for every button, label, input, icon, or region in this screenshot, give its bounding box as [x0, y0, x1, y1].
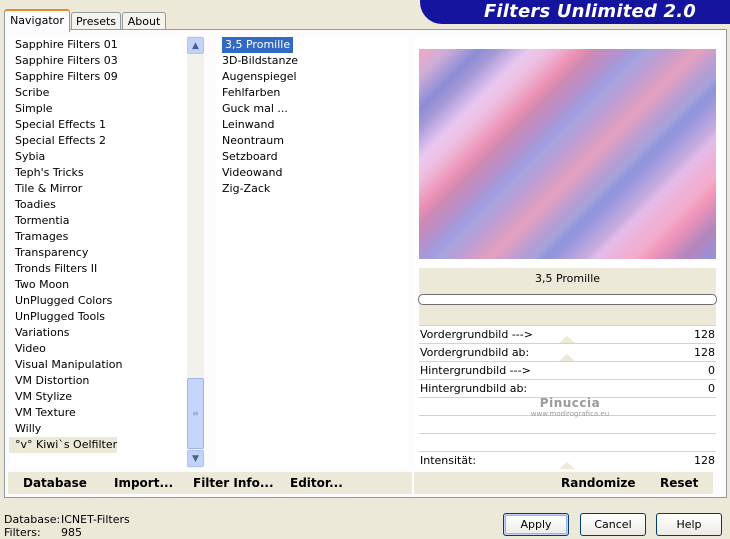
tab-about[interactable]: About — [122, 12, 166, 30]
param-value: 0 — [708, 382, 715, 395]
apply-button[interactable]: Apply — [503, 513, 569, 536]
category-item[interactable]: Video — [9, 341, 46, 357]
filter-item[interactable]: Leinwand — [216, 117, 274, 133]
preview-image — [419, 49, 716, 259]
tab-navigator[interactable]: Navigator — [4, 9, 70, 32]
param-label: Hintergrundbild ---> — [420, 364, 531, 377]
param-label: Hintergrundbild ab: — [420, 382, 528, 395]
database-label: Database: — [4, 513, 61, 526]
category-item[interactable]: Tramages — [9, 229, 68, 245]
category-item[interactable]: Sapphire Filters 03 — [9, 53, 118, 69]
randomize-button[interactable]: Randomize — [561, 476, 635, 490]
category-item[interactable]: Two Moon — [9, 277, 69, 293]
app-title: Filters Unlimited 2.0 — [483, 1, 696, 22]
param-row[interactable]: Hintergrundbild ab: 0 — [419, 379, 716, 397]
grip-icon: ≡ — [192, 409, 199, 418]
filters-label: Filters: — [4, 526, 41, 539]
filter-list[interactable]: 3,5 Promille 3D-Bildstanze Augenspiegel Feh… — [216, 36, 408, 468]
category-item[interactable]: VM Texture — [9, 405, 76, 421]
filter-item[interactable]: Setzboard — [216, 149, 278, 165]
database-value: ICNET-Filters — [61, 513, 130, 526]
watermark: Pinuccia www.modirografica.eu — [470, 396, 670, 418]
import-button[interactable]: Import... — [114, 476, 173, 490]
category-item[interactable]: Variations — [9, 325, 70, 341]
category-item[interactable]: Sapphire Filters 01 — [9, 37, 118, 53]
param-value: 0 — [708, 364, 715, 377]
filter-item[interactable]: Neontraum — [216, 133, 284, 149]
filters-count: 985 — [61, 526, 82, 539]
scroll-up-button[interactable]: ▲ — [187, 37, 204, 54]
scroll-thumb[interactable]: ≡ — [187, 378, 204, 449]
category-item[interactable]: Tronds Filters II — [9, 261, 97, 277]
watermark-name: Pinuccia — [539, 396, 601, 410]
filter-info-button[interactable]: Filter Info... — [193, 476, 274, 490]
category-item[interactable]: Willy — [9, 421, 41, 437]
category-item[interactable]: Special Effects 2 — [9, 133, 106, 149]
title-banner: Filters Unlimited 2.0 — [420, 0, 730, 24]
help-button[interactable]: Help — [656, 513, 722, 536]
category-list[interactable]: Sapphire Filters 01 Sapphire Filters 03 Sa… — [9, 36, 187, 468]
progress-bar — [418, 294, 717, 305]
selected-filter-name: 3,5 Promille — [534, 272, 601, 285]
watermark-url: www.modirografica.eu — [530, 410, 610, 418]
divider — [412, 470, 414, 494]
slider-marker — [559, 354, 575, 361]
param-label: Vordergrundbild ab: — [420, 346, 530, 359]
filter-item[interactable]: 3D-Bildstanze — [216, 53, 298, 69]
intensity-value: 128 — [694, 454, 715, 467]
filter-item[interactable]: Zig-Zack — [216, 181, 270, 197]
filter-item[interactable]: Videowand — [216, 165, 283, 181]
category-item[interactable]: UnPlugged Colors — [9, 293, 112, 309]
category-item[interactable]: Transparency — [9, 245, 88, 261]
param-label: Vordergrundbild ---> — [420, 328, 533, 341]
reset-button[interactable]: Reset — [660, 476, 698, 490]
category-item[interactable]: Simple — [9, 101, 53, 117]
database-button[interactable]: Database — [23, 476, 87, 490]
category-item[interactable]: Scribe — [9, 85, 49, 101]
tab-presets[interactable]: Presets — [71, 12, 121, 30]
slider-marker — [559, 462, 575, 469]
scroll-down-button[interactable]: ▼ — [187, 450, 204, 467]
chevron-down-icon: ▼ — [192, 453, 199, 464]
chevron-up-icon: ▲ — [192, 40, 199, 51]
editor-button[interactable]: Editor... — [290, 476, 343, 490]
filter-item-selected[interactable]: 3,5 Promille — [222, 37, 294, 53]
category-item[interactable]: Tile & Mirror — [9, 181, 82, 197]
param-row[interactable]: Vordergrundbild ab: 128 — [419, 343, 716, 361]
category-scrollbar[interactable]: ▲ ≡ ▼ — [187, 36, 204, 468]
filter-item[interactable]: Augenspiegel — [216, 69, 297, 85]
filter-item[interactable]: Guck mal ... — [216, 101, 288, 117]
category-item[interactable]: UnPlugged Tools — [9, 309, 105, 325]
intensity-row[interactable]: Intensität: 128 — [419, 451, 716, 469]
category-item[interactable]: Special Effects 1 — [9, 117, 106, 133]
category-item[interactable]: VM Distortion — [9, 373, 89, 389]
category-item[interactable]: Teph's Tricks — [9, 165, 84, 181]
param-row[interactable]: Hintergrundbild ---> 0 — [419, 361, 716, 379]
category-item[interactable]: °v° Kiwi`s Oelfilter — [9, 437, 118, 453]
param-row[interactable]: Vordergrundbild ---> 128 — [419, 325, 716, 343]
category-item[interactable]: Sybia — [9, 149, 45, 165]
intensity-label: Intensität: — [420, 454, 477, 467]
category-item[interactable]: Toadies — [9, 197, 56, 213]
slider-marker — [559, 336, 575, 343]
category-item[interactable]: Tormentia — [9, 213, 69, 229]
category-item[interactable]: VM Stylize — [9, 389, 72, 405]
param-value: 128 — [694, 328, 715, 341]
category-item[interactable]: Visual Manipulation — [9, 357, 122, 373]
param-value: 128 — [694, 346, 715, 359]
category-item[interactable]: Sapphire Filters 09 — [9, 69, 118, 85]
empty-param-row — [419, 433, 716, 451]
cancel-button[interactable]: Cancel — [580, 513, 646, 536]
filter-item[interactable]: Fehlfarben — [216, 85, 280, 101]
